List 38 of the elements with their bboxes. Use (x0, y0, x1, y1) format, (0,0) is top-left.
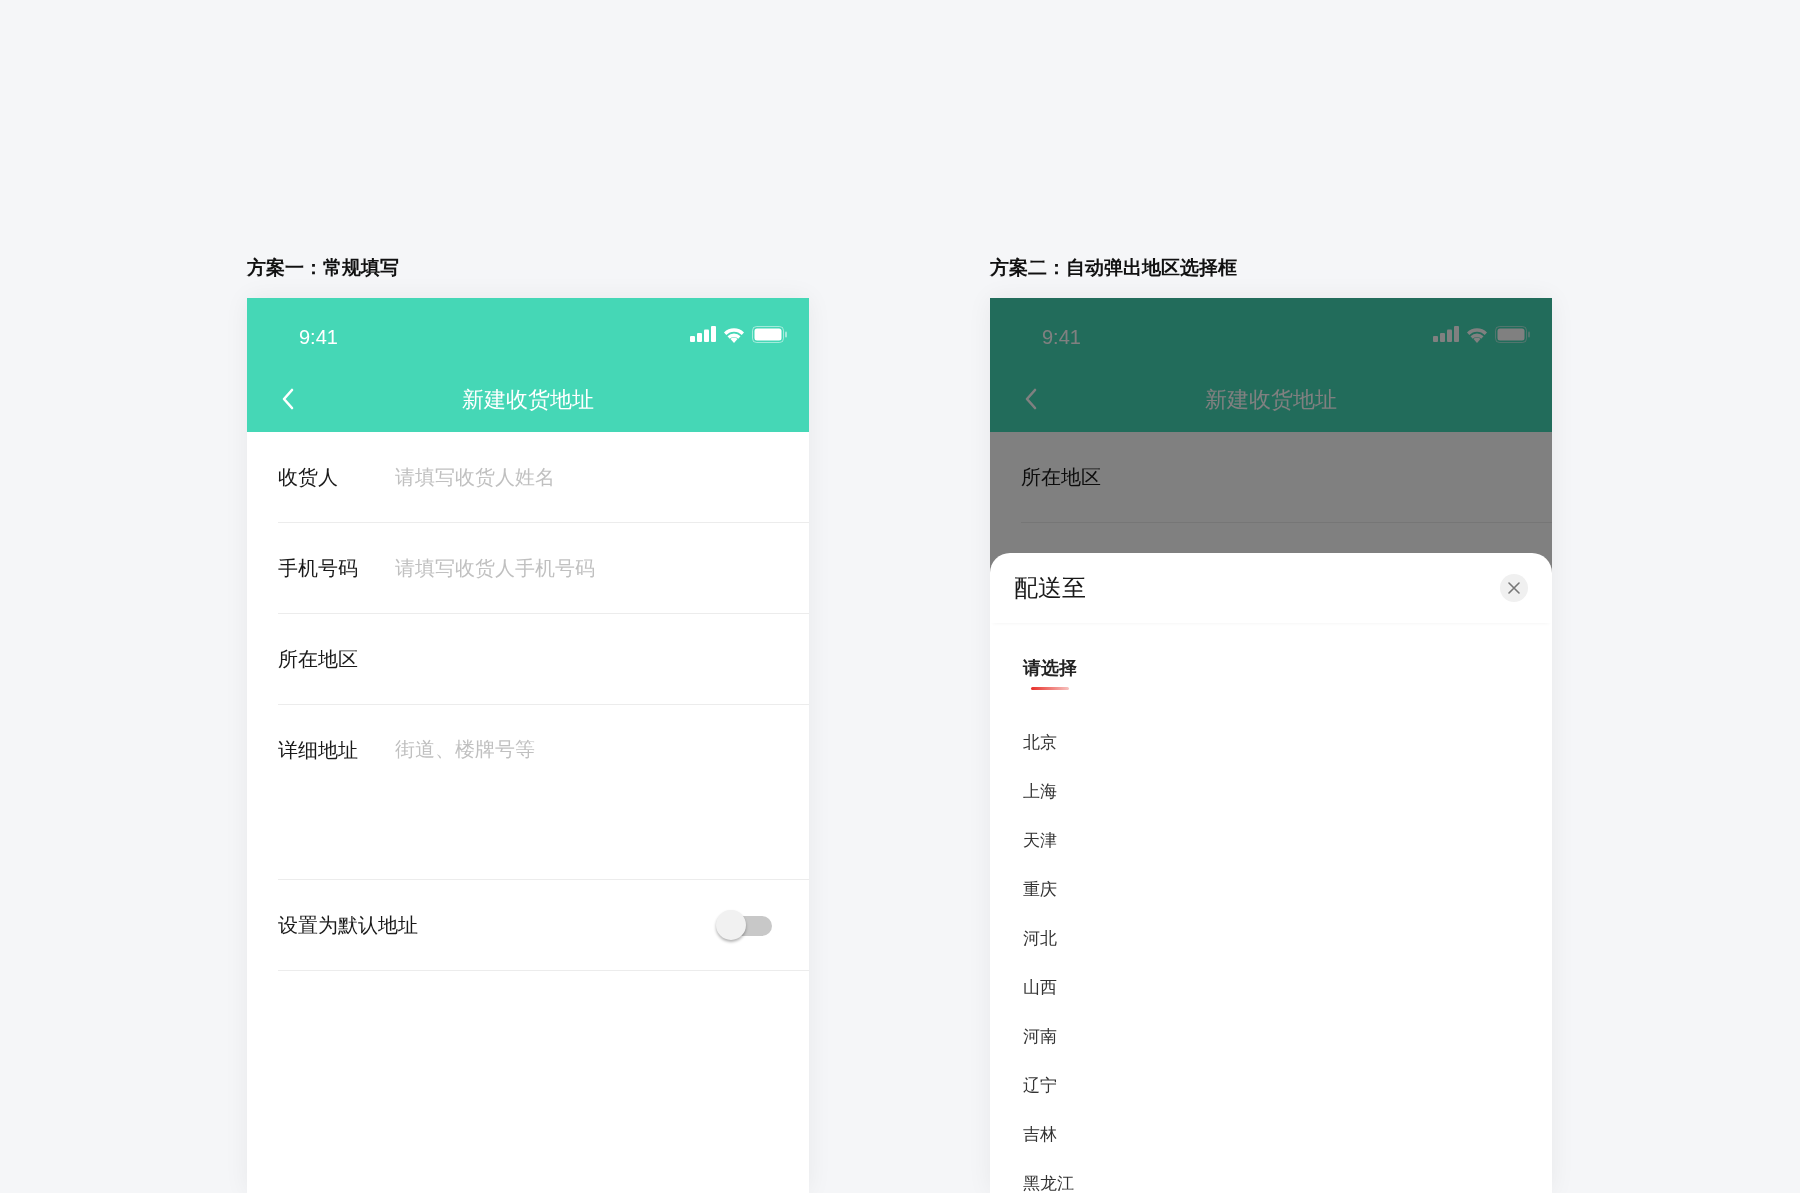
region-option[interactable]: 辽宁 (1023, 1061, 1057, 1110)
region-option[interactable]: 北京 (1023, 718, 1057, 767)
signal-icon (690, 326, 716, 342)
status-time: 9:41 (299, 325, 338, 349)
sheet-title: 配送至 (1014, 573, 1086, 604)
region-option[interactable]: 吉林 (1023, 1110, 1057, 1159)
close-button[interactable] (1500, 574, 1528, 602)
field-label: 详细地址 (278, 737, 359, 764)
wifi-icon (1465, 325, 1489, 343)
wifi-icon (722, 325, 746, 343)
field-label: 收货人 (278, 463, 339, 491)
back-icon[interactable] (281, 388, 295, 410)
input-field[interactable]: 请填写收货人手机号码 (395, 556, 809, 580)
region-option[interactable]: 上海 (1023, 767, 1057, 816)
region-option[interactable]: 重庆 (1023, 865, 1057, 914)
page-title: 新建收货地址 (1205, 386, 1337, 414)
input-field[interactable]: 请填写收货人姓名 (395, 465, 809, 489)
input-field[interactable]: 街道、楼牌号等 (395, 736, 809, 796)
field-label: 手机号码 (278, 554, 359, 582)
region-tab[interactable]: 请选择 (1023, 656, 1077, 690)
design-caption: 方案二：自动弹出地区选择框 (990, 255, 1237, 280)
region-option[interactable]: 河南 (1023, 1012, 1057, 1061)
field-label[interactable]: 所在地区 (1021, 463, 1138, 491)
region-option[interactable]: 河北 (1023, 914, 1057, 963)
field-label: 设置为默认地址 (278, 911, 418, 939)
field-label[interactable]: 所在地区 (278, 645, 395, 673)
design-caption: 方案一：常规填写 (247, 255, 399, 280)
battery-icon (752, 325, 787, 343)
region-option[interactable]: 天津 (1023, 816, 1057, 865)
page-title: 新建收货地址 (462, 386, 594, 414)
signal-icon (1433, 326, 1459, 342)
region-option[interactable]: 山西 (1023, 963, 1057, 1012)
back-icon[interactable] (1024, 388, 1038, 410)
toggle-switch[interactable] (716, 909, 772, 941)
battery-icon (1495, 325, 1530, 343)
close-icon (1508, 582, 1520, 594)
region-option[interactable]: 黑龙江 (1023, 1159, 1074, 1193)
status-time: 9:41 (1042, 325, 1081, 349)
